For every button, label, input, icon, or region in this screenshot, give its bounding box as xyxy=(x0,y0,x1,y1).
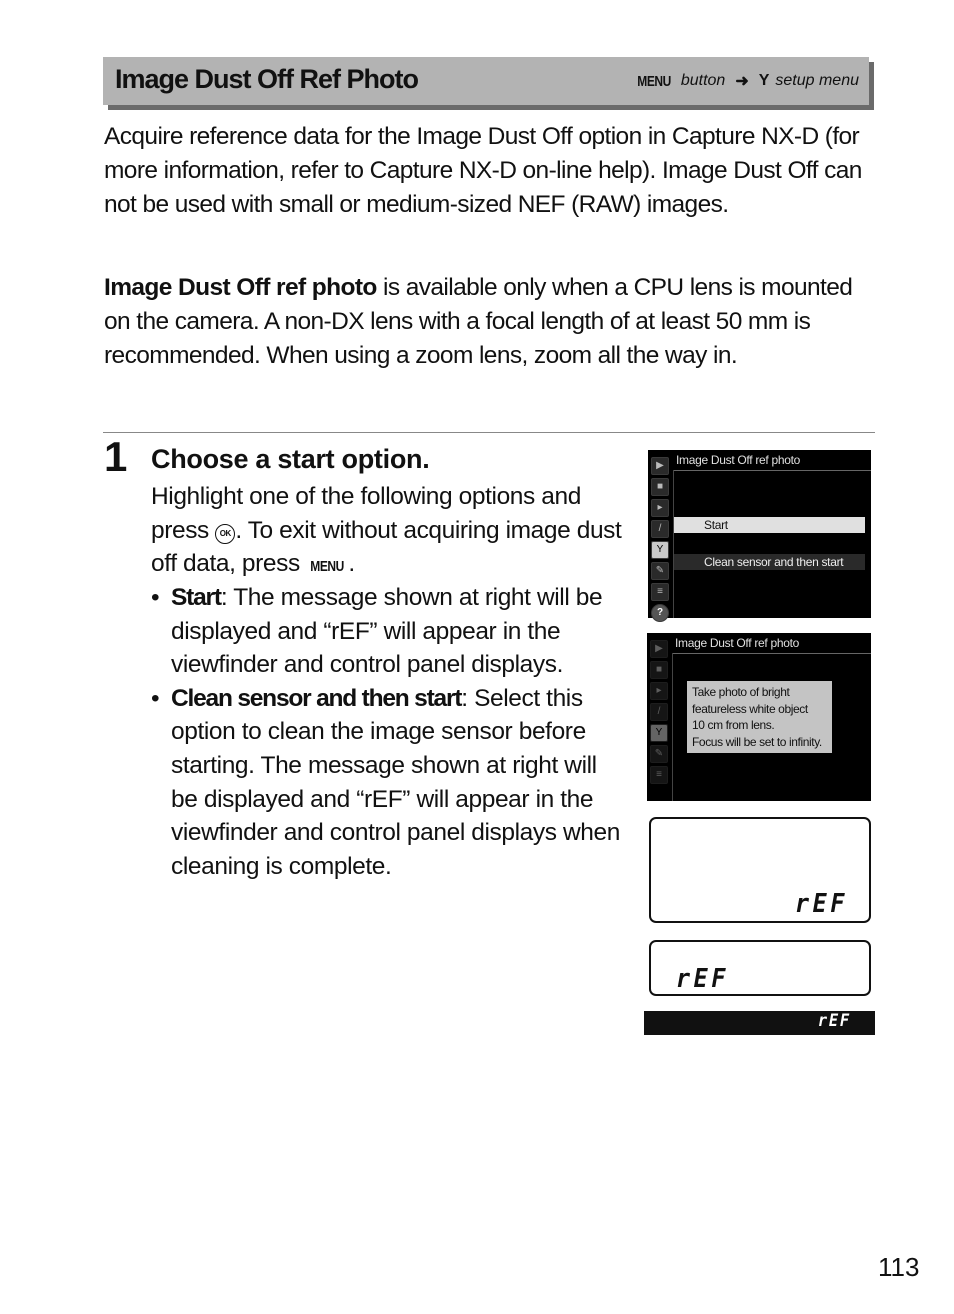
instruction-message: Take photo of bright featureless white o… xyxy=(687,681,832,753)
option-description: : Select this option to clean the image … xyxy=(171,684,620,880)
menu-path-setup-text: setup menu xyxy=(775,72,859,89)
movie-icon[interactable]: ▸ xyxy=(651,499,669,517)
help-icon[interactable]: ? xyxy=(651,604,669,622)
wrench-icon[interactable]: Y xyxy=(651,541,669,559)
camera-message-screen: ▶ ■ ▸ / Y ✎ ≡ Image Dust Off ref photo T… xyxy=(647,633,871,801)
camera-menu-screen: ▶ ■ ▸ / Y ✎ ≡ ? Image Dust Off ref photo… xyxy=(648,450,871,622)
menu-tabs: ▶ ■ ▸ / Y ✎ ≡ ? xyxy=(651,457,669,622)
option-item-start: • Start: The message shown at right will… xyxy=(151,581,626,682)
message-line: Take photo of bright xyxy=(692,685,790,699)
menu-path-button-text: button xyxy=(680,72,726,89)
playback-icon[interactable]: ▶ xyxy=(651,457,669,475)
menu-option-clean-sensor[interactable]: Clean sensor and then start xyxy=(674,554,865,570)
lcd-readout: rEF xyxy=(675,964,730,994)
option-list: • Start: The message shown at right will… xyxy=(151,581,626,883)
camera-icon: ■ xyxy=(650,661,668,679)
message-line: featureless white object xyxy=(692,701,808,716)
pencil-icon: / xyxy=(650,703,668,721)
viewfinder-display: rEF xyxy=(644,1011,875,1035)
movie-icon: ▸ xyxy=(650,682,668,700)
viewfinder-readout: rEF xyxy=(818,1011,852,1031)
bullet-icon: • xyxy=(151,584,160,611)
step-text-c: . xyxy=(348,550,355,578)
menu-button-label: MENU xyxy=(636,72,671,90)
option-item-clean-sensor: • Clean sensor and then start: Select th… xyxy=(151,682,626,884)
intro-paragraph-1: Acquire reference data for the Image Dus… xyxy=(104,123,862,218)
section-divider xyxy=(103,432,875,433)
retouch-icon: ✎ xyxy=(650,745,668,763)
step-title: Choose a start option. xyxy=(151,444,430,474)
screen-title: Image Dust Off ref photo xyxy=(676,453,800,467)
lcd-readout: rEF xyxy=(794,889,849,919)
section-header: Image Dust Off Ref Photo MENU button ➜ Y… xyxy=(103,57,869,105)
menu-option-start[interactable]: Start xyxy=(674,517,865,533)
title-rule xyxy=(673,470,871,471)
option-term: Clean sensor and then start xyxy=(171,684,462,712)
rear-control-panel-display: rEF xyxy=(649,940,871,996)
playback-icon: ▶ xyxy=(650,640,668,658)
wrench-icon: Y xyxy=(758,72,770,89)
pencil-icon[interactable]: / xyxy=(651,520,669,538)
side-rule xyxy=(673,470,674,618)
menu-tabs: ▶ ■ ▸ / Y ✎ ≡ xyxy=(650,640,668,784)
menu-item-reference: Image Dust Off ref photo xyxy=(104,274,377,301)
camera-icon[interactable]: ■ xyxy=(651,478,669,496)
retouch-icon[interactable]: ✎ xyxy=(651,562,669,580)
menu-button-label: MENU xyxy=(310,558,345,576)
page-number: 113 xyxy=(878,1252,920,1282)
bullet-icon: • xyxy=(151,684,160,712)
my-menu-icon[interactable]: ≡ xyxy=(651,583,669,601)
option-term: Start xyxy=(171,584,222,611)
intro-paragraph-2: Image Dust Off ref photo is available on… xyxy=(104,271,879,372)
my-menu-icon: ≡ xyxy=(650,766,668,784)
ok-button-icon: OK xyxy=(215,523,236,544)
section-title: Image Dust Off Ref Photo xyxy=(115,64,419,94)
screen-title: Image Dust Off ref photo xyxy=(675,636,799,650)
arrow-right-icon: ➜ xyxy=(735,73,749,90)
side-rule xyxy=(672,653,673,801)
message-line: Focus will be set to infinity. xyxy=(692,734,822,749)
wrench-icon: Y xyxy=(650,724,668,742)
option-description: : The message shown at right will be dis… xyxy=(171,584,603,679)
step-number: 1 xyxy=(104,433,128,480)
control-panel-display: rEF xyxy=(649,817,871,923)
menu-path: MENU button ➜ Y setup menu xyxy=(633,71,859,91)
step-instructions: Highlight one of the following options a… xyxy=(151,480,631,584)
title-rule xyxy=(672,653,871,654)
message-line: 10 cm from lens. xyxy=(692,718,775,732)
